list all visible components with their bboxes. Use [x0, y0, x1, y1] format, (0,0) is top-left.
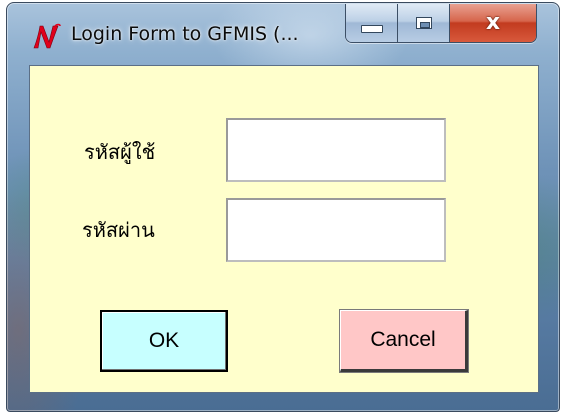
- n-logo-icon: [33, 23, 61, 49]
- title-bar[interactable]: Login Form to GFMIS (... x: [7, 3, 559, 63]
- close-button[interactable]: x: [450, 4, 536, 42]
- maximize-icon: [415, 17, 432, 29]
- close-icon: x: [485, 10, 501, 35]
- username-input[interactable]: [226, 118, 446, 182]
- cancel-button[interactable]: Cancel: [339, 309, 469, 373]
- username-label: รหัสผู้ใช้: [84, 140, 156, 164]
- caption-buttons: x: [345, 4, 537, 43]
- login-window: Login Form to GFMIS (... x รหัสผู้ใช้ รห…: [6, 2, 560, 412]
- minimize-button[interactable]: [346, 4, 398, 42]
- password-label: รหัสผ่าน: [82, 218, 155, 242]
- maximize-button[interactable]: [398, 4, 450, 42]
- ok-button[interactable]: OK: [100, 310, 228, 372]
- window-title: Login Form to GFMIS (...: [71, 23, 299, 45]
- screen: Login Form to GFMIS (... x รหัสผู้ใช้ รห…: [0, 0, 568, 420]
- minimize-icon: [360, 25, 383, 33]
- login-form: รหัสผู้ใช้ รหัสผ่าน OK Cancel: [29, 65, 539, 393]
- password-input[interactable]: [226, 198, 446, 262]
